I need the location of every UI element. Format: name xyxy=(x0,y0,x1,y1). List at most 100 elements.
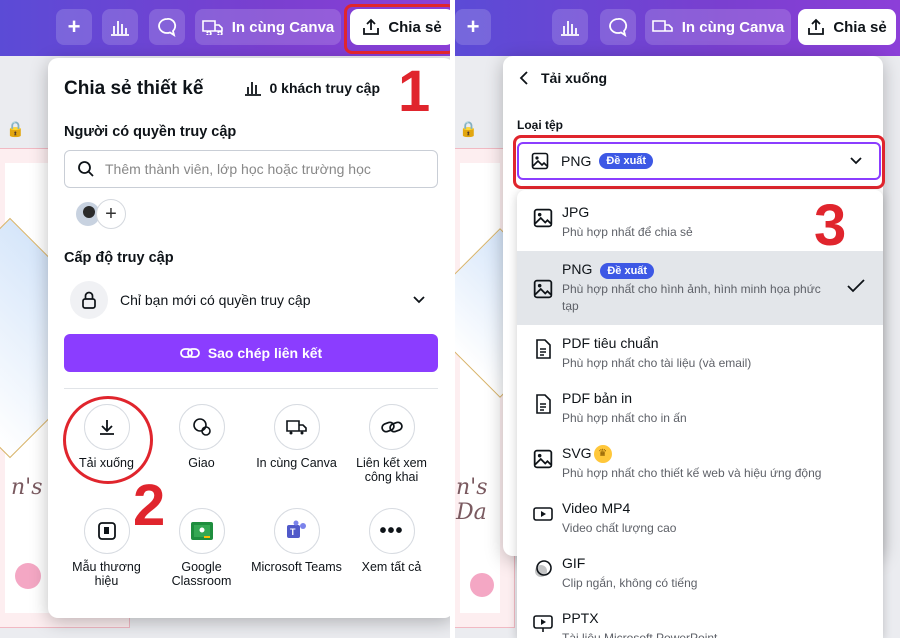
option-name: PPTX xyxy=(562,610,599,626)
grid-google-classroom[interactable]: Google Classroom xyxy=(154,508,249,588)
access-level-dropdown[interactable]: Chỉ bạn mới có quyền truy cập xyxy=(64,278,438,322)
annotation-highlight-share xyxy=(344,4,450,54)
insights-button[interactable] xyxy=(552,9,588,45)
link-icon xyxy=(179,348,200,358)
crown-pro-icon: ♛ xyxy=(593,445,612,464)
assign-icon xyxy=(178,404,225,450)
image-icon xyxy=(533,208,553,228)
option-pdf-print[interactable]: PDF bản in Phù hợp nhất cho in ấn xyxy=(517,390,883,442)
people-access-label: Người có quyền truy cập xyxy=(64,124,237,140)
editor-topbar: + In cùng Canva Chia sẻ xyxy=(455,0,900,56)
option-name: PDF tiêu chuẩn xyxy=(562,335,659,351)
flower-decoration xyxy=(470,573,494,597)
option-pptx[interactable]: PPTX Tài liệu Microsoft PowerPoint xyxy=(517,610,883,638)
option-png[interactable]: PNG Đề xuất Phù hợp nhất cho hình ảnh, hì… xyxy=(517,251,883,325)
insights-button[interactable] xyxy=(102,9,138,45)
annotation-circle-download xyxy=(63,396,153,484)
print-with-canva-button[interactable]: In cùng Canva xyxy=(195,9,341,45)
plus-icon: + xyxy=(466,14,480,39)
grid-label: Google Classroom xyxy=(171,560,232,588)
option-name: GIF xyxy=(562,555,586,571)
add-button[interactable]: + xyxy=(455,9,491,45)
option-description: Phù hợp nhất cho in ấn xyxy=(562,411,687,425)
truck-icon xyxy=(651,20,673,32)
comment-icon xyxy=(158,18,177,37)
option-name: JPG xyxy=(562,204,590,220)
grid-label: Microsoft Teams xyxy=(251,560,342,574)
truck-icon xyxy=(201,20,223,35)
lock-icon[interactable]: 🔒 xyxy=(459,120,478,138)
bar-chart-icon xyxy=(111,21,129,36)
chevron-down-icon xyxy=(413,296,425,304)
grid-label: Liên kết xem công khai xyxy=(356,456,427,484)
image-icon xyxy=(533,449,553,469)
option-description: Video chất lượng cao xyxy=(562,521,677,535)
panel-title: Chia sẻ thiết kế xyxy=(64,78,204,99)
annotation-step-3: 3 xyxy=(814,193,847,258)
option-gif[interactable]: GIF Clip ngắn, không có tiếng xyxy=(517,555,883,607)
divider xyxy=(64,388,438,389)
share-button[interactable]: Chia sẻ xyxy=(798,9,896,45)
back-to-share[interactable]: Tải xuống xyxy=(519,70,607,86)
option-svg[interactable]: SVG ♛ Phù hợp nhất cho thiết kế web và hi… xyxy=(517,445,883,497)
access-level-label: Cấp độ truy cập xyxy=(64,250,174,266)
grid-label: Mẫu thương hiệu xyxy=(72,560,141,588)
access-value: Chỉ bạn mới có quyền truy cập xyxy=(120,292,311,308)
document-icon xyxy=(536,339,551,359)
check-icon xyxy=(847,279,865,293)
link-icon xyxy=(368,404,415,450)
plus-icon: + xyxy=(67,14,81,39)
copy-link-button[interactable]: Sao chép liên kết xyxy=(64,334,438,372)
chevron-left-icon xyxy=(519,71,528,85)
option-name: PDF bản in xyxy=(562,390,633,406)
option-description: Phù hợp nhất để chia sẻ xyxy=(562,225,693,239)
add-people-input[interactable]: Thêm thành viên, lớp học hoặc trường học xyxy=(64,150,438,188)
file-type-label: Loại tệp xyxy=(517,118,564,132)
lock-icon[interactable]: 🔒 xyxy=(6,120,25,138)
image-icon xyxy=(533,279,553,299)
bar-chart-icon xyxy=(561,21,579,36)
annotation-step-2: 2 xyxy=(133,473,166,538)
search-icon xyxy=(78,161,94,177)
option-description: Phù hợp nhất cho thiết kế web và hiệu ứn… xyxy=(562,466,822,480)
grid-print-with-canva[interactable]: In cùng Canva xyxy=(249,404,344,470)
search-placeholder: Thêm thành viên, lớp học hoặc trường học xyxy=(105,161,371,177)
option-description: Tài liệu Microsoft PowerPoint xyxy=(562,631,718,638)
print-with-canva-button[interactable]: In cùng Canva xyxy=(645,9,791,45)
share-upload-icon xyxy=(808,18,825,35)
add-person-button[interactable]: + xyxy=(96,199,126,229)
grid-see-all[interactable]: ••• Xem tất cả xyxy=(344,508,439,574)
lock-icon xyxy=(70,281,108,319)
plus-icon: + xyxy=(105,202,117,225)
grid-label: In cùng Canva xyxy=(256,456,337,470)
comment-button[interactable] xyxy=(149,9,185,45)
design-script-text: n's Da xyxy=(456,475,488,525)
share-label: Chia sẻ xyxy=(833,18,887,36)
option-description: Phù hợp nhất cho tài liệu (và email) xyxy=(562,356,752,370)
option-name: Video MP4 xyxy=(562,500,631,516)
option-mp4[interactable]: Video MP4 Video chất lượng cao xyxy=(517,500,883,552)
option-pdf-standard[interactable]: PDF tiêu chuẩn Phù hợp nhất cho tài liệu… xyxy=(517,335,883,387)
comment-button[interactable] xyxy=(600,9,636,45)
option-name: PNG Đề xuất xyxy=(562,261,655,279)
grid-public-view-link[interactable]: Liên kết xem công khai xyxy=(344,404,439,484)
recommended-badge: Đề xuất xyxy=(600,263,655,279)
bar-chart-icon xyxy=(244,82,261,96)
print-label: In cùng Canva xyxy=(231,18,335,36)
share-design-panel: Chia sẻ thiết kế 0 khách truy cập Người … xyxy=(48,58,450,618)
print-label: In cùng Canva xyxy=(681,18,785,36)
option-name: SVG ♛ xyxy=(562,445,612,464)
option-description: Clip ngắn, không có tiếng xyxy=(562,576,698,590)
left-screenshot: + In cùng Canva Chia sẻ 🔒 n's Da Chia sẻ… xyxy=(0,0,450,638)
truck-icon xyxy=(273,404,320,450)
svg-text:T: T xyxy=(290,527,296,537)
grid-assign[interactable]: Giao xyxy=(154,404,249,470)
document-icon xyxy=(536,394,551,414)
video-icon xyxy=(533,507,553,521)
google-classroom-icon xyxy=(178,508,225,554)
add-button[interactable]: + xyxy=(56,9,92,45)
more-icon: ••• xyxy=(368,508,415,554)
panel-title: Tải xuống xyxy=(541,70,608,86)
visitor-count[interactable]: 0 khách truy cập xyxy=(244,80,380,96)
grid-microsoft-teams[interactable]: T Microsoft Teams xyxy=(249,508,344,574)
